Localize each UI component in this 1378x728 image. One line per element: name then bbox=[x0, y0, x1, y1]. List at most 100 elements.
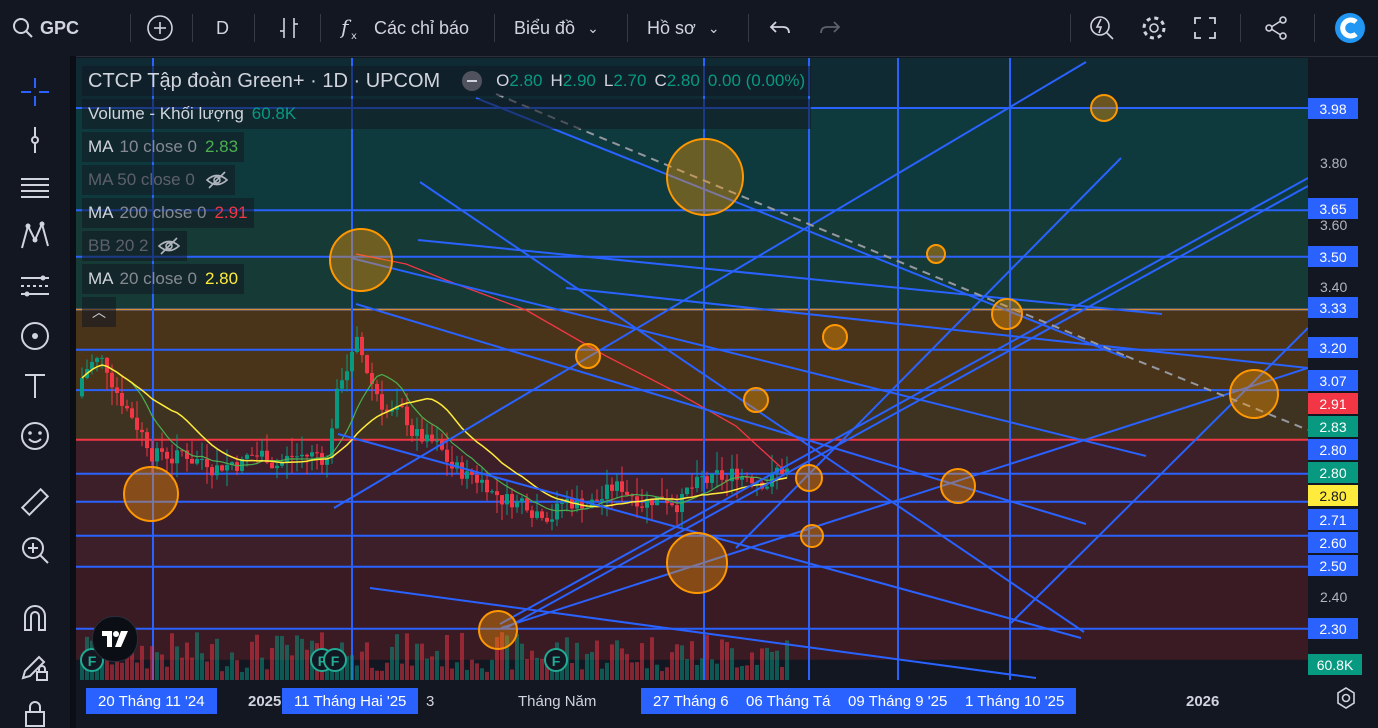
bb-label: BB 20 2 bbox=[88, 236, 149, 255]
eye-hidden-icon[interactable] bbox=[157, 236, 181, 256]
volume-bar bbox=[160, 654, 164, 680]
legend-ma20[interactable]: MA 20 close 0 2.80 bbox=[82, 264, 245, 294]
price-label: 2.80 bbox=[1308, 462, 1358, 483]
candle-body bbox=[110, 372, 114, 388]
legend-volume[interactable]: Volume - Khối lượng 60.8K bbox=[82, 99, 812, 129]
time-label: 3 bbox=[426, 692, 435, 710]
collapse-icon[interactable] bbox=[462, 71, 483, 91]
volume-bar bbox=[720, 639, 724, 680]
forecast-icon bbox=[21, 275, 49, 297]
profile-menu[interactable]: Hồ sơ ⌄ bbox=[647, 0, 720, 56]
alert-button[interactable] bbox=[1088, 0, 1116, 56]
fullscreen-button[interactable] bbox=[1192, 0, 1218, 56]
interval-button[interactable]: D bbox=[216, 0, 229, 56]
axis-settings-button[interactable] bbox=[1332, 684, 1360, 712]
search-icon bbox=[13, 18, 33, 38]
price-axis[interactable]: 3.80 3.60 3.40 2.40 3.98 3.65 3.50 3.33 3.20 3.07… bbox=[1308, 58, 1378, 680]
symbol-search[interactable]: GPC bbox=[12, 0, 79, 56]
volume-bar bbox=[680, 645, 684, 680]
fib-tool[interactable] bbox=[17, 170, 53, 206]
forecast-tool[interactable] bbox=[17, 268, 53, 304]
time-axis[interactable]: 20 Tháng 11 '24 2025 11 Tháng Hai '25 3 Thán… bbox=[76, 680, 1308, 728]
tv-logo-icon bbox=[102, 631, 128, 647]
candle-body bbox=[315, 452, 319, 454]
bar-style-button[interactable] bbox=[276, 0, 302, 56]
time-label: 2025 bbox=[248, 692, 282, 710]
volume-bar bbox=[265, 669, 269, 680]
volume-bar bbox=[145, 668, 149, 680]
trend-line-tool[interactable] bbox=[17, 122, 53, 158]
volume-bar bbox=[255, 634, 259, 680]
candle-body bbox=[670, 503, 674, 506]
brush-tool[interactable] bbox=[17, 318, 53, 354]
volume-bar bbox=[670, 652, 674, 680]
candle-body bbox=[220, 465, 224, 471]
candle-body bbox=[690, 487, 694, 489]
legend-ma50[interactable]: MA 50 close 0 bbox=[82, 165, 235, 195]
undo-button[interactable] bbox=[768, 0, 792, 56]
candle-body bbox=[485, 479, 489, 493]
candle-body bbox=[765, 486, 769, 489]
candle-body bbox=[420, 429, 424, 442]
candle-body bbox=[465, 471, 469, 479]
ma10-label: MA bbox=[88, 137, 114, 156]
volume-bar bbox=[695, 664, 699, 680]
chart-type-menu[interactable]: Biểu đồ ⌄ bbox=[514, 0, 599, 56]
app-logo[interactable] bbox=[1334, 0, 1366, 56]
volume-bar bbox=[285, 644, 289, 680]
highlight-circle bbox=[991, 298, 1023, 330]
fullscreen-icon bbox=[1194, 17, 1216, 39]
crosshair-tool[interactable] bbox=[17, 74, 53, 110]
legend-bb[interactable]: BB 20 2 bbox=[82, 231, 187, 261]
volume-bar bbox=[620, 648, 624, 680]
volume-bar bbox=[520, 643, 524, 680]
tradingview-logo[interactable] bbox=[92, 616, 138, 662]
volume-bar bbox=[615, 640, 619, 680]
volume-bar bbox=[685, 658, 689, 680]
divider bbox=[748, 14, 749, 42]
ohlc-o: O2.80 bbox=[496, 71, 543, 90]
zoom-tool[interactable] bbox=[17, 532, 53, 568]
share-button[interactable] bbox=[1262, 0, 1290, 56]
text-tool[interactable] bbox=[17, 368, 53, 404]
ma200-label: MA bbox=[88, 203, 114, 222]
ma50-label: MA 50 close 0 bbox=[88, 170, 195, 189]
share-icon bbox=[1265, 16, 1287, 40]
volume-bar bbox=[280, 636, 284, 680]
chevron-down-icon: ⌄ bbox=[587, 19, 599, 36]
indicators-button[interactable]: fx Các chỉ báo bbox=[340, 0, 469, 56]
candle-body bbox=[170, 458, 174, 464]
candle-body bbox=[380, 394, 384, 410]
volume-bar bbox=[115, 660, 119, 680]
vertical-line-icon bbox=[31, 127, 39, 153]
add-symbol-button[interactable] bbox=[146, 0, 174, 56]
volume-bar bbox=[150, 646, 154, 680]
chart-pane[interactable]: FFFF CTCP Tập đoàn Green+ · 1D · UPCOM O… bbox=[76, 58, 1308, 680]
candle-body bbox=[160, 448, 164, 452]
candle-body bbox=[540, 511, 544, 518]
volume-bar bbox=[425, 658, 429, 680]
measure-tool[interactable] bbox=[17, 484, 53, 520]
candle-body bbox=[290, 455, 294, 457]
settings-button[interactable] bbox=[1140, 0, 1168, 56]
volume-bar bbox=[380, 670, 384, 680]
candle-body bbox=[460, 462, 464, 479]
legend-collapse-button[interactable]: ︿ bbox=[82, 297, 116, 327]
volume-bar bbox=[780, 667, 784, 680]
price-label: 2.50 bbox=[1308, 555, 1358, 576]
pattern-tool[interactable] bbox=[17, 218, 53, 254]
magnet-tool[interactable] bbox=[17, 600, 53, 636]
lock-all-tool[interactable] bbox=[17, 700, 53, 728]
volume-bar bbox=[190, 657, 194, 680]
volume-bar bbox=[730, 648, 734, 680]
candle-body bbox=[545, 517, 549, 522]
text-icon bbox=[25, 374, 45, 398]
lock-drawing-tool[interactable] bbox=[17, 650, 53, 686]
legend-ma10[interactable]: MA 10 close 0 2.83 bbox=[82, 132, 245, 162]
legend-ma200[interactable]: MA 200 close 0 2.91 bbox=[82, 198, 254, 228]
redo-button[interactable] bbox=[818, 0, 842, 56]
candle-body bbox=[250, 454, 254, 456]
emoji-tool[interactable] bbox=[17, 418, 53, 454]
volume-bar bbox=[230, 652, 234, 680]
eye-hidden-icon[interactable] bbox=[205, 170, 229, 190]
